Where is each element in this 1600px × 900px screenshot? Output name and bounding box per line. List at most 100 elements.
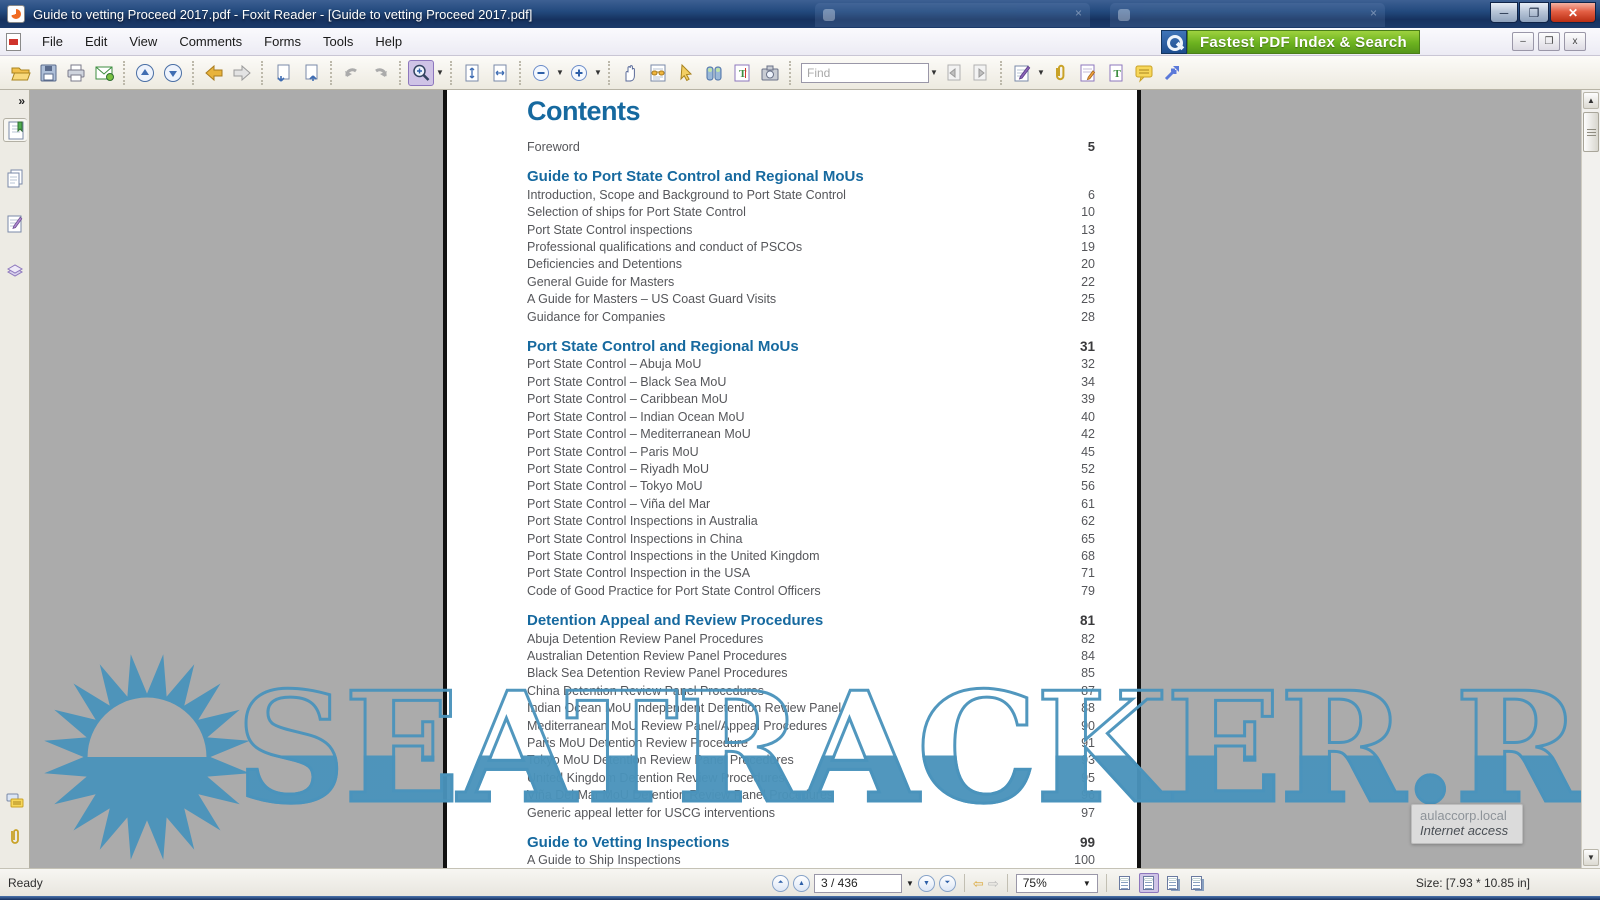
continuous-facing-layout-button[interactable] — [1187, 873, 1207, 893]
toc-entry-page: 13 — [1081, 222, 1095, 239]
zoom-out-button[interactable] — [528, 60, 554, 86]
scrollbar-thumb[interactable] — [1583, 112, 1599, 152]
restore-button[interactable]: ❐ — [1519, 2, 1549, 23]
comment-bubble-button[interactable] — [1131, 60, 1157, 86]
sidebar-expand-icon[interactable]: » — [18, 94, 25, 108]
pages-panel-button[interactable] — [3, 166, 27, 190]
search-button[interactable] — [701, 60, 727, 86]
page-dropdown-icon[interactable]: ▼ — [906, 879, 914, 888]
select-annotation-button[interactable] — [673, 60, 699, 86]
find-dropdown[interactable]: ▼ — [929, 68, 939, 77]
bookmarks-panel-button[interactable] — [3, 118, 27, 142]
text-viewer-button[interactable]: T — [729, 60, 755, 86]
first-page-button[interactable]: ⏶ — [772, 875, 789, 892]
zoom-tool-button[interactable] — [408, 60, 434, 86]
toolbar: ▼ ▼ ▼ T ▼ ▼ T — [0, 56, 1600, 90]
toc-entry-page: 88 — [1081, 700, 1095, 717]
comment-popup-icon[interactable] — [3, 790, 27, 814]
next-view-button[interactable]: ⇨ — [988, 877, 999, 890]
print-button[interactable] — [63, 60, 89, 86]
fit-page-button[interactable] — [459, 60, 485, 86]
zoom-in-dropdown[interactable]: ▼ — [593, 68, 603, 77]
document-minimize-button[interactable]: – — [1512, 32, 1534, 51]
undo-button[interactable] — [339, 60, 365, 86]
zoom-level-field[interactable]: 75% ▼ — [1016, 874, 1098, 893]
previous-page-button[interactable] — [132, 60, 158, 86]
previous-page-button[interactable]: ▲ — [793, 875, 810, 892]
ghost-browser-tab: × — [1110, 3, 1385, 27]
zoom-tool-dropdown[interactable]: ▼ — [435, 68, 445, 77]
toc-entry-page: 82 — [1081, 631, 1095, 648]
go-forward-button[interactable] — [229, 60, 255, 86]
last-page-view-button[interactable] — [298, 60, 324, 86]
scroll-up-button[interactable]: ▲ — [1583, 92, 1599, 109]
toc-entry-label: Port State Control – Mediterranean MoU — [527, 426, 761, 443]
toc-title: Contents — [527, 96, 1095, 127]
facing-layout-button[interactable] — [1163, 873, 1183, 893]
close-button[interactable]: ✕ — [1550, 2, 1596, 23]
save-button[interactable] — [35, 60, 61, 86]
minimize-button[interactable]: ─ — [1490, 2, 1518, 23]
go-back-button[interactable] — [201, 60, 227, 86]
open-button[interactable] — [7, 60, 33, 86]
last-page-button[interactable]: ⏷ — [939, 875, 956, 892]
typewriter-button[interactable]: T — [1103, 60, 1129, 86]
find-next-button[interactable] — [968, 60, 994, 86]
hand-tool-button[interactable] — [617, 60, 643, 86]
zoom-out-dropdown[interactable]: ▼ — [555, 68, 565, 77]
page-number-field[interactable] — [814, 874, 902, 893]
continuous-layout-button[interactable] — [1139, 873, 1159, 893]
single-page-layout-button[interactable] — [1115, 873, 1135, 893]
menu-item[interactable]: Edit — [74, 30, 118, 53]
next-page-button[interactable]: ▼ — [918, 875, 935, 892]
menu-item[interactable]: Tools — [312, 30, 364, 53]
redo-button[interactable] — [367, 60, 393, 86]
toc-entry-label: A Guide for Masters – US Coast Guard Vis… — [527, 291, 786, 308]
attach-file-button[interactable] — [1047, 60, 1073, 86]
toc-entry-label: General Guide for Masters — [527, 274, 684, 291]
plugin-banner[interactable]: Fastest PDF Index & Search — [1161, 30, 1420, 54]
zoom-dropdown-icon[interactable]: ▼ — [1083, 879, 1091, 888]
menu-item[interactable]: Comments — [168, 30, 253, 53]
first-page-view-button[interactable] — [270, 60, 296, 86]
snapshot-button[interactable] — [757, 60, 783, 86]
toc-entry-page: 42 — [1081, 426, 1095, 443]
toc-entry-label: Port State Control – Riyadh MoU — [527, 461, 719, 478]
toc-row: Port State Control – Tokyo MoU 56 — [527, 478, 1095, 495]
network-tooltip: aulaccorp.local Internet access — [1411, 804, 1523, 844]
document-restore-button[interactable]: ❐ — [1538, 32, 1560, 51]
layers-panel-button[interactable] — [3, 258, 27, 282]
annotate-pen-button[interactable] — [1009, 60, 1035, 86]
toc-entry-label: Indian Ocean MoU Independent Detention R… — [527, 700, 851, 717]
window-title: Guide to vetting Proceed 2017.pdf - Foxi… — [33, 7, 532, 22]
annotate-dropdown[interactable]: ▼ — [1036, 68, 1046, 77]
share-arrow-button[interactable] — [1159, 60, 1185, 86]
toc-row: Port State Control – Viña del Mar 61 — [527, 496, 1095, 513]
attachments-panel-button[interactable] — [3, 825, 27, 849]
toc-row: Port State Control – Paris MoU 45 — [527, 444, 1095, 461]
document-canvas[interactable]: Contents Foreword 5 Guide to Port State … — [30, 90, 1581, 868]
menu-item[interactable]: View — [118, 30, 168, 53]
email-button[interactable] — [91, 60, 117, 86]
previous-view-button[interactable]: ⇦ — [973, 877, 984, 890]
foxit-reader-window: Guide to vetting Proceed 2017.pdf - Foxi… — [0, 0, 1600, 900]
vertical-scrollbar[interactable]: ▲ ▼ — [1581, 90, 1600, 868]
toc-entry-page: 95 — [1081, 770, 1095, 787]
find-input[interactable] — [801, 63, 929, 83]
menu-item[interactable]: Help — [364, 30, 413, 53]
toc-entry-label: Mediterranean MoU Review Panel/Appeal Pr… — [527, 718, 837, 735]
note-comment-button[interactable] — [1075, 60, 1101, 86]
toc-entry-label: Port State Control – Tokyo MoU — [527, 478, 713, 495]
menu-item[interactable]: File — [31, 30, 74, 53]
toc-entry-page: 65 — [1081, 531, 1095, 548]
next-page-button[interactable] — [160, 60, 186, 86]
menu-item[interactable]: Forms — [253, 30, 312, 53]
fit-width-button[interactable] — [487, 60, 513, 86]
document-close-button[interactable]: x — [1564, 32, 1586, 51]
zoom-in-button[interactable] — [566, 60, 592, 86]
scroll-down-button[interactable]: ▼ — [1583, 849, 1599, 866]
comments-panel-button[interactable] — [3, 212, 27, 236]
toc-entry-page: 85 — [1081, 665, 1095, 682]
select-text-button[interactable] — [645, 60, 671, 86]
find-previous-button[interactable] — [940, 60, 966, 86]
